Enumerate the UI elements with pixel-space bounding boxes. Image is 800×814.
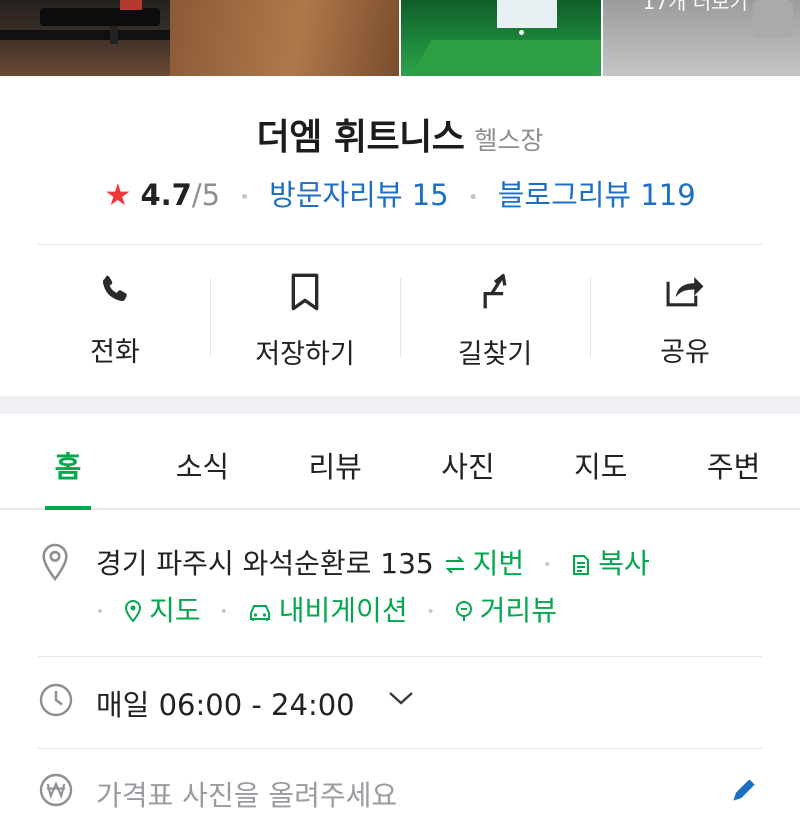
- directions-button[interactable]: 길찾기: [400, 266, 590, 366]
- jibun-toggle[interactable]: 지번: [443, 547, 533, 580]
- photo-golf-room[interactable]: [401, 0, 601, 76]
- tab-map[interactable]: 지도: [534, 414, 667, 508]
- place-category: 헬스장: [474, 126, 543, 155]
- photo-strip[interactable]: 17개 더보기: [0, 0, 800, 76]
- pencil-icon[interactable]: [728, 774, 760, 810]
- separator-dot: •: [427, 604, 435, 620]
- navigation-label: 내비게이션: [279, 594, 408, 627]
- navigation-link[interactable]: 내비게이션: [247, 594, 417, 627]
- street-view-icon: [454, 597, 474, 630]
- map-link[interactable]: 지도: [123, 594, 209, 627]
- separator-dot: •: [468, 187, 479, 208]
- bookmark-icon: [288, 272, 322, 312]
- rating-max: /5: [192, 178, 220, 212]
- title-row: 더엠 휘트니스 헬스장: [0, 108, 800, 160]
- address-text: 경기 파주시 와석순환로 135: [96, 547, 434, 580]
- address-actions: • 지도 • 내비게이션 • 거리뷰: [96, 589, 557, 630]
- jibun-label: 지번: [473, 547, 525, 580]
- rating-row: ★ 4.7/5 • 방문자리뷰 15 • 블로그리뷰 119: [0, 172, 800, 214]
- share-label: 공유: [660, 330, 710, 369]
- separator-dot: •: [239, 187, 250, 208]
- price-placeholder: 가격표 사진을 올려주세요: [96, 774, 397, 814]
- car-icon: [247, 597, 273, 630]
- chevron-down-icon[interactable]: [388, 690, 414, 710]
- hours-row[interactable]: 매일 06:00 - 24:00: [38, 682, 778, 722]
- swap-arrows-icon: [443, 550, 467, 583]
- price-row[interactable]: 가격표 사진을 올려주세요: [38, 772, 778, 812]
- rating-score: 4.7: [140, 178, 191, 212]
- won-icon: [38, 772, 74, 812]
- divider: [38, 748, 762, 749]
- tab-nearby[interactable]: 주변: [667, 414, 800, 508]
- section-gap: [0, 396, 800, 414]
- phone-icon: [96, 272, 134, 310]
- map-label: 지도: [149, 594, 201, 627]
- map-pin-icon: [123, 597, 143, 630]
- tab-bar: 홈 소식 리뷰 사진 지도 주변: [0, 414, 800, 510]
- tab-reviews[interactable]: 리뷰: [269, 414, 402, 508]
- star-icon: ★: [104, 178, 131, 213]
- directions-icon: [477, 272, 513, 312]
- more-photos-label[interactable]: 17개 더보기: [643, 0, 748, 15]
- separator-dot: •: [543, 557, 551, 573]
- share-icon: [665, 272, 705, 310]
- separator-dot: •: [220, 604, 228, 620]
- location-pin-icon: [38, 542, 72, 586]
- copy-address-button[interactable]: 복사: [570, 547, 650, 580]
- separator-dot: •: [96, 604, 104, 620]
- directions-label: 길찾기: [458, 332, 533, 371]
- copy-label: 복사: [598, 547, 650, 580]
- hours-text: 매일 06:00 - 24:00: [96, 682, 355, 724]
- photo-gym-floor[interactable]: [0, 0, 399, 76]
- copy-icon: [570, 550, 592, 583]
- clock-icon: [38, 682, 74, 722]
- visitor-reviews-link[interactable]: 방문자리뷰 15: [269, 178, 449, 212]
- call-label: 전화: [90, 330, 140, 369]
- divider: [38, 656, 762, 657]
- divider: [38, 244, 762, 245]
- blog-reviews-link[interactable]: 블로그리뷰 119: [498, 178, 696, 212]
- street-view-label: 거리뷰: [480, 594, 557, 627]
- address-line: 경기 파주시 와석순환로 135 지번 • 복사: [96, 542, 650, 583]
- photo-more[interactable]: 17개 더보기: [603, 0, 800, 76]
- call-button[interactable]: 전화: [20, 266, 210, 366]
- tab-photos[interactable]: 사진: [402, 414, 535, 508]
- place-name: 더엠 휘트니스: [257, 117, 465, 158]
- save-label: 저장하기: [255, 332, 354, 371]
- action-bar: 전화 저장하기 길찾기 공유: [20, 266, 780, 366]
- tab-home[interactable]: 홈: [0, 414, 136, 508]
- save-button[interactable]: 저장하기: [210, 266, 400, 366]
- share-button[interactable]: 공유: [590, 266, 780, 366]
- tab-news[interactable]: 소식: [136, 414, 269, 508]
- street-view-link[interactable]: 거리뷰: [454, 594, 557, 627]
